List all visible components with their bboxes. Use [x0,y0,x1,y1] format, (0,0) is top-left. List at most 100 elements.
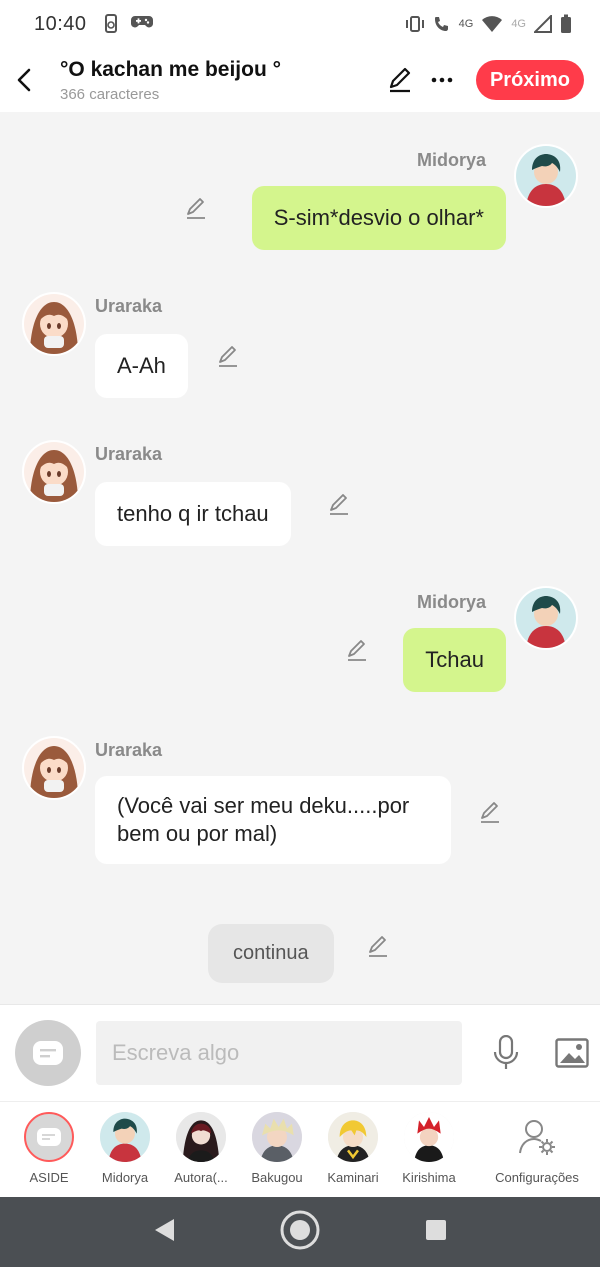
system-nav-bar [0,1197,600,1267]
edit-message-button[interactable] [478,800,504,826]
midorya-avatar [100,1112,150,1162]
settings-button[interactable]: Configurações [482,1102,592,1197]
aside-avatar [24,1112,74,1162]
image-button[interactable] [552,1033,592,1073]
edit-message-button[interactable] [345,638,371,664]
chevron-left-icon [17,68,31,92]
character-name: Kaminari [327,1170,379,1185]
edit-message-button[interactable] [216,344,242,370]
avatar-midorya[interactable] [514,586,578,650]
title-block: °O kachan me beijou ° 366 caracteres [60,58,281,103]
message-input[interactable]: Escreva algo [96,1021,462,1085]
phone-sync-icon [104,14,117,33]
speaker-name: Uraraka [95,444,163,464]
call-icon [434,17,448,31]
character-name: Configurações [495,1170,579,1185]
aside-speaker-button[interactable] [15,1020,81,1086]
midorya-avatar-icon [100,1112,150,1162]
avatar-uraraka[interactable] [22,292,86,356]
message-left: Uraraka A-Ah [22,292,322,402]
message-bubble: A-Ah [95,334,188,398]
triangle-back-icon [154,1218,174,1241]
nav-recents-button[interactable] [424,1218,448,1247]
wifi-icon [482,16,503,32]
story-header: °O kachan me beijou ° 366 caracteres Pró… [0,48,600,112]
pencil-icon [389,67,411,93]
character-aside[interactable]: ASIDE [11,1102,87,1197]
character-name: Kirishima [402,1170,456,1185]
network-4g-label-2: 4G [511,18,526,30]
status-left-icons [103,14,153,34]
message-bubble: Tchau [403,628,506,692]
image-icon [555,1038,589,1068]
avatar-midorya[interactable] [514,144,578,208]
edit-narration-button[interactable] [366,934,392,960]
edit-title-button[interactable] [384,64,416,96]
microphone-icon [493,1035,519,1069]
character-name: Bakugou [251,1170,303,1185]
message-left: Uraraka (Você vai ser meu deku.....por b… [22,736,472,866]
next-button[interactable]: Próximo [475,60,584,100]
avatar-uraraka[interactable] [22,736,86,800]
bakugou-avatar-icon [252,1112,302,1162]
character-autora[interactable]: Autora(... [163,1102,239,1197]
status-right-icons: 4G 4G [405,14,572,34]
character-midorya[interactable]: Midorya [87,1102,163,1197]
speaker-name: Midorya [416,592,486,612]
back-button[interactable] [2,58,46,102]
midorya-avatar-icon [516,146,576,206]
pencil-icon [481,802,499,823]
speaker-name: Midorya [416,150,486,170]
avatar-uraraka[interactable] [22,440,86,504]
bakugou-avatar [252,1112,302,1162]
more-horizontal-icon [431,77,453,83]
edit-message-button[interactable] [184,196,210,222]
character-count: 366 caracteres [60,85,160,103]
message-bubble: tenho q ir tchau [95,482,291,546]
nav-home-button[interactable] [279,1209,321,1256]
narration-icon [37,1128,61,1146]
edit-message-button[interactable] [327,492,353,518]
message-bubble: S-sim*desvio o olhar* [251,186,506,250]
kirishima-avatar-icon [404,1112,454,1162]
message-composer: Escreva algo [0,1004,600,1101]
pencil-icon [219,346,237,367]
uraraka-avatar-icon [24,442,84,502]
midorya-avatar-icon [516,588,576,648]
character-name: Midorya [101,1170,149,1185]
character-name: ASIDE [29,1170,69,1185]
uraraka-avatar-icon [24,294,84,354]
battery-icon [561,14,571,33]
header-actions: Próximo [384,60,584,100]
narration-bubble: continua [208,924,334,983]
character-bar: ASIDE Midorya Autora(... Bakugou Kaminar… [0,1101,600,1197]
pencil-icon [187,198,205,219]
speaker-name: Uraraka [95,740,163,760]
chat-area: Midorya S-sim*desvio o olhar* Uraraka A-… [0,112,600,1004]
narration-icon [33,1041,63,1065]
settings-avatar [512,1112,562,1162]
signal-icon [534,15,552,33]
kaminari-avatar [328,1112,378,1162]
kirishima-avatar [404,1112,454,1162]
network-4g-label: 4G [458,18,474,30]
status-time: 10:40 [34,12,87,35]
vibrate-icon [405,16,424,32]
voice-button[interactable] [486,1033,526,1073]
character-bakugou[interactable]: Bakugou [239,1102,315,1197]
character-kirishima[interactable]: Kirishima [391,1102,467,1197]
uraraka-avatar-icon [24,738,84,798]
autora-avatar [176,1112,226,1162]
square-recents-icon [426,1219,447,1240]
story-title: °O kachan me beijou ° [60,57,282,81]
nav-back-button[interactable] [152,1217,176,1248]
message-bubble: (Você vai ser meu deku.....por bem ou po… [95,776,451,864]
pencil-icon [369,936,387,957]
message-right: Midorya Tchau [278,586,578,696]
message-left: Uraraka tenho q ir tchau [22,440,342,550]
home-circle-icon [280,1210,320,1249]
autora-avatar-icon [176,1112,226,1162]
character-kaminari[interactable]: Kaminari [315,1102,391,1197]
status-bar: 10:40 4G 4G [0,0,600,48]
more-options-button[interactable] [426,64,458,96]
